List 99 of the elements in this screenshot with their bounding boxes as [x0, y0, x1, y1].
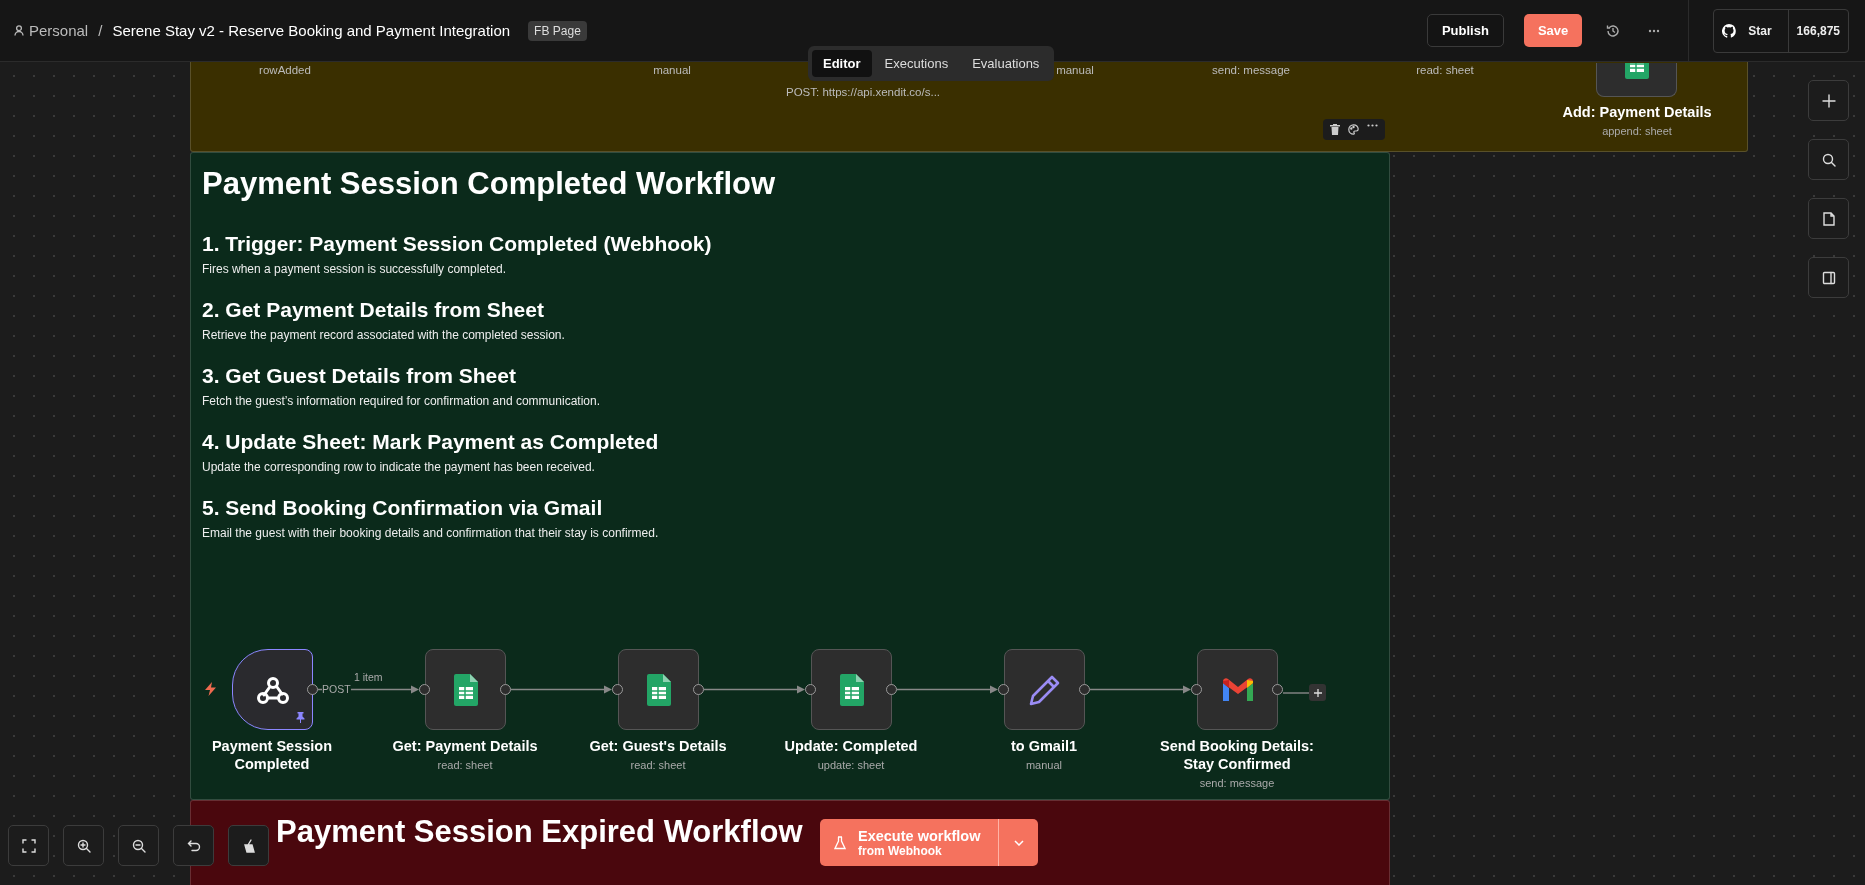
spreadsheet-icon [646, 673, 671, 706]
zoom-in-button[interactable] [1808, 80, 1849, 121]
connection-handle[interactable] [307, 684, 318, 695]
workflow-node[interactable] [425, 649, 506, 730]
panel-toggle-button[interactable] [1808, 257, 1849, 298]
fit-view-button[interactable] [8, 825, 49, 866]
item-count: 1 item [354, 671, 383, 683]
node-title: Send Booking Details: Stay Confirmed [1159, 737, 1315, 773]
sticky-note-button[interactable] [1808, 198, 1849, 239]
step-description: Fetch the guest’s information required for confirmation and communication. [202, 394, 600, 408]
workflow-node[interactable] [1004, 649, 1085, 730]
tidy-up-button[interactable] [228, 825, 269, 866]
connection-handle[interactable] [693, 684, 704, 695]
plus-icon [1313, 688, 1322, 697]
node-subtitle: update: sheet [817, 759, 885, 771]
step-heading: 4. Update Sheet: Mark Payment as Completed [202, 430, 659, 454]
node-subtitle: append: sheet [1602, 125, 1672, 137]
chevron-down-icon [1014, 839, 1024, 846]
step-description: Retrieve the payment record associated with the completed session. [202, 328, 565, 342]
connection-handle[interactable] [500, 684, 511, 695]
search-icon [1821, 152, 1836, 167]
connection-label: POST [322, 683, 351, 695]
broom-icon [241, 838, 256, 853]
palette-icon[interactable] [1348, 124, 1359, 135]
spreadsheet-icon [839, 673, 864, 706]
node-title: Get: Payment Details [391, 737, 539, 755]
view-tab[interactable]: Evaluations [961, 50, 1051, 77]
node-subtitle: manual [1056, 64, 1094, 76]
connection-handle[interactable] [886, 684, 897, 695]
step-heading: 3. Get Guest Details from Sheet [202, 364, 516, 388]
publish-button[interactable]: Publish [1426, 14, 1504, 47]
node-subtitle: rowAdded [259, 64, 311, 76]
connection-handle[interactable] [1272, 684, 1283, 695]
connection-handle[interactable] [612, 684, 623, 695]
add-node-button[interactable] [1309, 684, 1326, 701]
node-title: to Gmail1 [1009, 737, 1079, 755]
execute-options-button[interactable] [998, 819, 1039, 866]
connection-handle[interactable] [1191, 684, 1202, 695]
zoom-out-button[interactable] [118, 825, 159, 866]
node-subtitle: manual [653, 64, 691, 76]
sticky-title: Payment Session Expired Workflow [276, 814, 803, 850]
node-subtitle: read: sheet [437, 759, 493, 771]
step-heading: 5. Send Booking Confirmation via Gmail [202, 496, 603, 520]
step-heading: 2. Get Payment Details from Sheet [202, 298, 544, 322]
connection-line [1283, 691, 1309, 694]
step-description: Update the corresponding row to indicate the payment has been received. [202, 460, 595, 474]
node-title: Payment Session Completed [210, 737, 334, 773]
workflow-node[interactable] [1596, 63, 1677, 97]
node-subtitle: send: message [1212, 64, 1290, 76]
node-title: Update: Completed [783, 737, 919, 755]
node-subtitle: send: message [1199, 777, 1275, 789]
flask-icon [834, 835, 846, 850]
breadcrumb-separator: / [98, 22, 103, 39]
star-count: 166,875 [1787, 9, 1848, 52]
node-subtitle: read: sheet [630, 759, 686, 771]
step-heading: 1. Trigger: Payment Session Completed (Webhook) [202, 232, 712, 256]
panel-icon [1821, 270, 1836, 285]
reset-zoom-button[interactable] [173, 825, 214, 866]
undo-icon [186, 838, 201, 853]
workflow-node[interactable] [1197, 649, 1278, 730]
connection-handle[interactable] [419, 684, 430, 695]
owner-link[interactable]: Personal [14, 22, 89, 39]
workflow-node[interactable] [811, 649, 892, 730]
fullscreen-icon [21, 838, 36, 853]
zoom-in-button[interactable] [63, 825, 104, 866]
spreadsheet-icon [453, 673, 478, 706]
step-description: Fires when a payment session is successfully completed. [202, 262, 507, 276]
view-tab[interactable]: Editor [812, 50, 872, 77]
star-label: Star [1747, 22, 1773, 40]
connection-handle[interactable] [805, 684, 816, 695]
plus-icon [1821, 93, 1836, 108]
view-tab[interactable]: Executions [873, 50, 960, 77]
more-icon [1648, 28, 1661, 33]
search-button[interactable] [1808, 139, 1849, 180]
step-description: Email the guest with their booking details and confirmation that their stay is confirmed. [202, 526, 659, 540]
node-title: Add: Payment Details [1561, 103, 1713, 121]
sticky-title: Payment Session Completed Workflow [202, 166, 776, 202]
github-star-button[interactable]: Star 166,875 [1713, 8, 1849, 53]
node-subtitle: POST: https://api.xendit.co/s... [786, 86, 940, 98]
workflow-tag[interactable]: FB Page [528, 20, 587, 41]
node-title: Get: Guest's Details [588, 737, 728, 755]
spreadsheet-icon [1624, 63, 1649, 79]
github-icon [1722, 23, 1737, 38]
note-icon [1821, 211, 1836, 226]
workflow-title[interactable]: Serene Stay v2 - Reserve Booking and Payment Integration [112, 22, 511, 39]
trash-icon[interactable] [1330, 124, 1340, 135]
history-icon [1606, 23, 1621, 38]
connection-handle[interactable] [998, 684, 1009, 695]
workflow-node[interactable] [232, 649, 313, 730]
workflow-node[interactable] [618, 649, 699, 730]
connection-handle[interactable] [1079, 684, 1090, 695]
node-subtitle: manual [1025, 759, 1063, 771]
node-subtitle: read: sheet [1416, 64, 1474, 76]
gmail-icon [1220, 676, 1255, 703]
user-icon [14, 25, 24, 36]
zoom-in-icon [76, 838, 91, 853]
zoom-out-icon [131, 838, 146, 853]
lightning-icon [205, 682, 216, 696]
more-icon[interactable] [1367, 124, 1378, 127]
